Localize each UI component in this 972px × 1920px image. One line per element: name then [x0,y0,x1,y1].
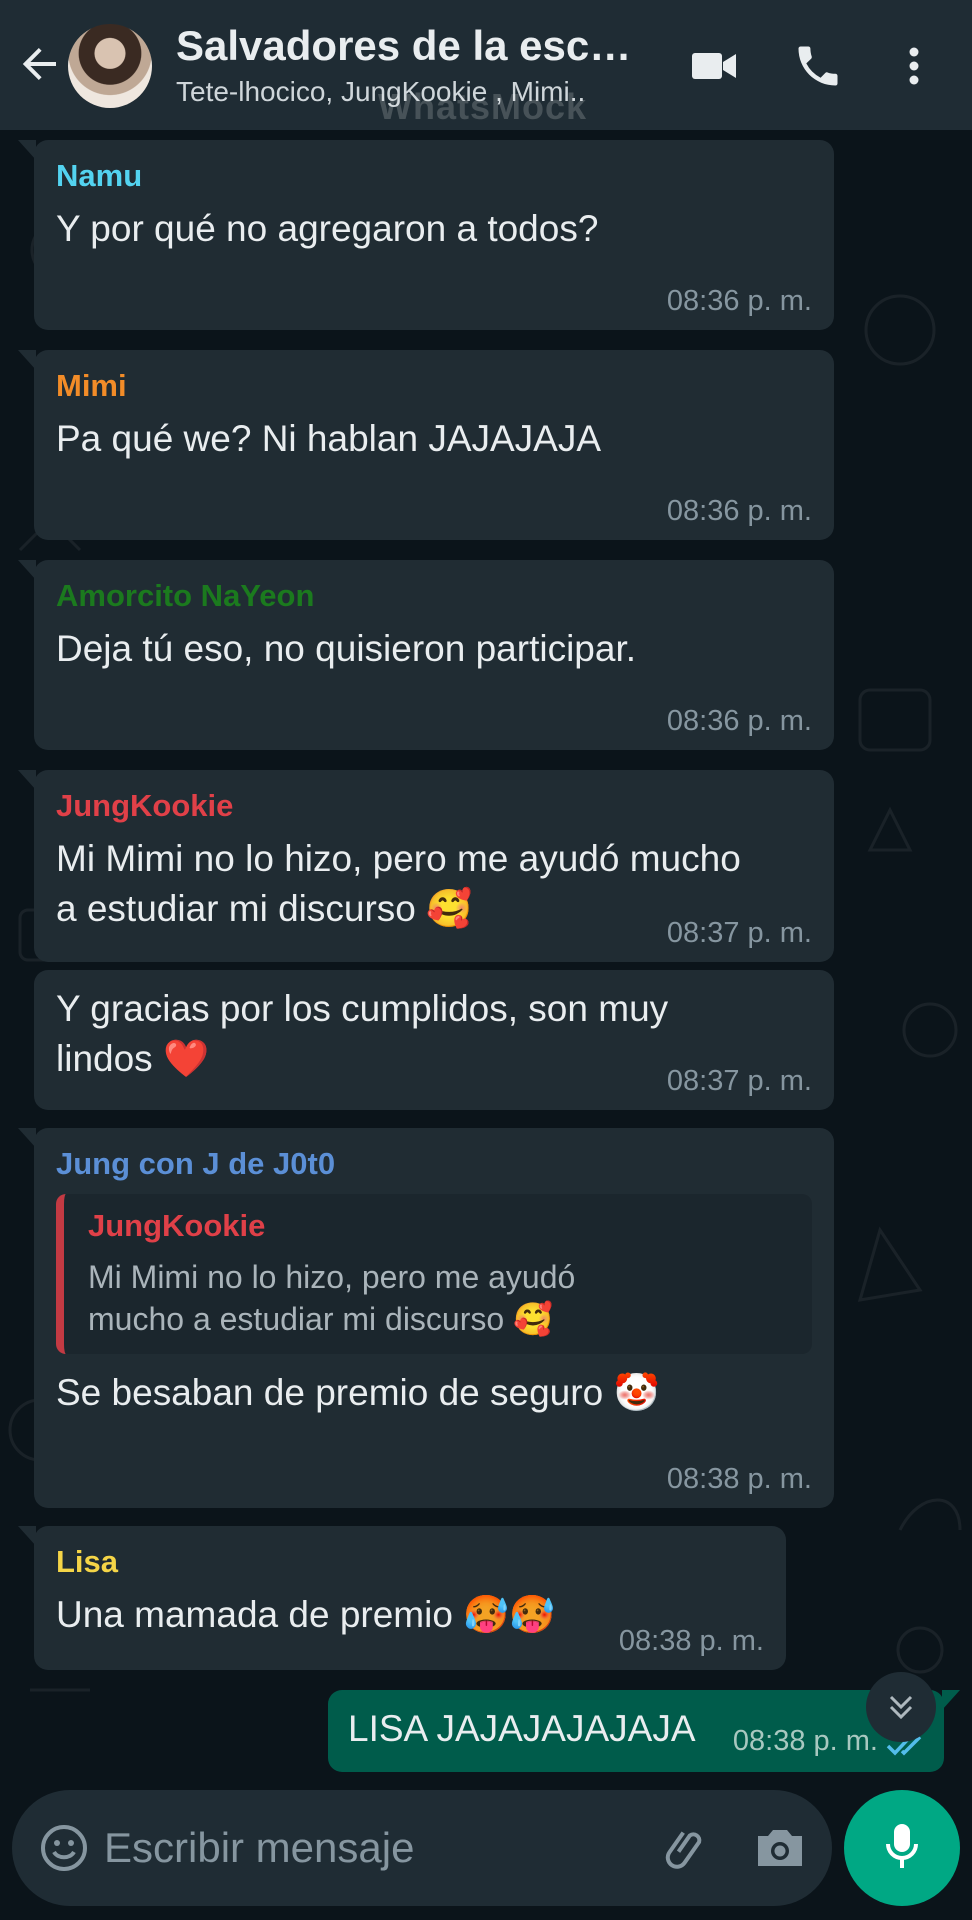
message-text: Pa qué we? Ni hablan JAJAJAJA [56,418,602,459]
quoted-text-line: mucho a estudiar mi discurso 🥰 [88,1301,553,1337]
message-bubble[interactable]: Amorcito NaYeon Deja tú eso, no quisiero… [18,560,834,750]
message-bubble[interactable]: JungKookie Mi Mimi no lo hizo, pero me a… [18,770,834,962]
message-sender[interactable]: Mimi [56,368,812,404]
quoted-message[interactable]: JungKookie Mi Mimi no lo hizo, pero me a… [56,1194,812,1354]
message-bubble[interactable]: Lisa Una mamada de premio 🥵🥵 08:38 p. m. [18,1526,786,1670]
message-time: 08:38 p. m. [732,1725,878,1757]
more-options-icon[interactable] [896,40,932,92]
double-chevron-down-icon[interactable] [866,1672,936,1742]
camera-icon[interactable] [752,1822,808,1874]
quoted-text-line: Mi Mimi no lo hizo, pero me ayudó [88,1259,576,1295]
message-sender[interactable]: Amorcito NaYeon [56,578,812,614]
message-bubble[interactable]: Jung con J de J0t0 JungKookie Mi Mimi no… [18,1128,834,1508]
message-time: 08:37 p. m. [666,917,812,949]
message-text: Se besaban de premio de seguro 🤡 [56,1372,660,1413]
message-bubble[interactable]: Y gracias por los cumplidos, son muy lin… [34,970,834,1110]
message-input[interactable] [104,1810,644,1886]
message-sender[interactable]: Namu [56,158,812,194]
mic-button[interactable] [844,1790,960,1906]
message-time: 08:38 p. m. [618,1625,764,1657]
message-text-line: Mi Mimi no lo hizo, pero me ayudó mucho [56,838,741,879]
video-call-icon[interactable] [688,40,740,92]
message-time: 08:36 p. m. [666,705,812,737]
emoji-icon[interactable] [38,1822,90,1874]
chat-area[interactable]: Namu Y por qué no agregaron a todos? 08:… [0,130,972,1790]
message-sender[interactable]: Lisa [56,1544,764,1580]
message-time: 08:37 p. m. [666,1065,812,1097]
mic-icon [878,1820,926,1877]
message-time: 08:36 p. m. [666,495,812,527]
message-composer [12,1790,832,1906]
quoted-sender: JungKookie [88,1208,266,1243]
message-bubble[interactable]: Mimi Pa qué we? Ni hablan JAJAJAJA 08:36… [18,350,834,540]
watermark: WhatsMock [378,86,588,127]
message-sender[interactable]: JungKookie [56,788,812,824]
message-text: Y por qué no agregaron a todos? [56,208,599,249]
chat-title[interactable]: Salvadores de la escu... [176,22,646,70]
phone-icon[interactable] [792,40,844,92]
attach-icon[interactable] [660,1820,716,1876]
message-text: Deja tú eso, no quisieron participar. [56,628,637,669]
message-time: 08:38 p. m. [666,1463,812,1495]
back-arrow-icon[interactable] [16,40,64,88]
message-text-line: Y gracias por los cumplidos, son muy [56,988,669,1029]
group-avatar[interactable] [68,24,152,108]
message-sender[interactable]: Jung con J de J0t0 [56,1146,812,1182]
message-time: 08:36 p. m. [666,285,812,317]
message-bubble[interactable]: Namu Y por qué no agregaron a todos? 08:… [18,140,834,330]
outgoing-message-bubble[interactable]: LISA JAJAJAJAJAJA 08:38 p. m. [328,1690,960,1772]
